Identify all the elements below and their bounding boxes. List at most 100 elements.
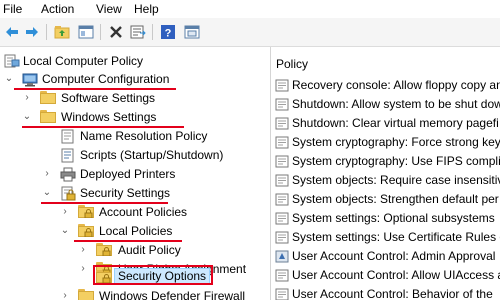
red-highlight-box — [93, 265, 213, 285]
console-tree-icon[interactable] — [76, 22, 96, 42]
tree-item-deployed-printers[interactable]: › Deployed Printers — [0, 165, 270, 184]
tree-label: Audit Policy — [118, 243, 181, 257]
secure-folder-open-icon — [78, 224, 94, 239]
policy-setting-icon — [275, 288, 289, 300]
tree-item-windows-defender-firewall[interactable]: › Windows Defender Firewall — [0, 287, 270, 300]
policy-row[interactable]: User Account Control: Allow UIAccess a — [271, 266, 500, 285]
tree-item-security-settings[interactable]: ⌄ Security Settings — [0, 184, 270, 203]
chevron-right-icon[interactable]: › — [22, 91, 32, 105]
chevron-down-icon[interactable]: ⌄ — [60, 224, 70, 238]
chevron-right-icon[interactable]: › — [78, 243, 88, 257]
tree-label: Account Policies — [99, 205, 188, 219]
folder-icon — [78, 289, 94, 300]
security-settings-icon — [60, 186, 76, 201]
policy-setting-icon — [275, 174, 289, 187]
uac-policy-icon — [275, 250, 289, 263]
policy-label: System settings: Use Certificate Rules o — [292, 230, 500, 244]
secure-folder-icon — [96, 243, 112, 258]
policy-label: System cryptography: Force strong key — [292, 135, 500, 149]
policy-row[interactable]: System settings: Optional subsystems — [271, 209, 500, 228]
tree-label: Security Settings — [80, 186, 171, 200]
policy-row[interactable]: System objects: Require case insensitiv — [271, 171, 500, 190]
tree-label: Local Policies — [99, 224, 173, 238]
policy-setting-icon — [275, 136, 289, 149]
script-icon — [60, 148, 76, 163]
chevron-right-icon[interactable]: › — [60, 289, 70, 300]
folder-open-icon — [40, 110, 56, 125]
printer-icon — [60, 167, 76, 182]
policy-row[interactable]: User Account Control: Admin Approval — [271, 247, 500, 266]
chevron-down-icon[interactable]: ⌄ — [4, 72, 14, 86]
policy-row[interactable]: User Account Control: Behavior of the — [271, 285, 500, 300]
svg-text:?: ? — [165, 28, 172, 40]
policy-label: User Account Control: Admin Approval — [292, 249, 496, 263]
secure-folder-icon — [78, 205, 94, 220]
properties-icon[interactable] — [182, 22, 202, 42]
policy-row[interactable]: Recovery console: Allow floppy copy an — [271, 76, 500, 95]
back-arrow-icon[interactable] — [2, 22, 22, 42]
policy-setting-icon — [275, 155, 289, 168]
menu-help[interactable]: Help — [134, 2, 159, 16]
tree-item-account-policies[interactable]: › Account Policies — [0, 203, 270, 222]
policy-label: System objects: Require case insensitiv — [292, 173, 500, 187]
policy-list: Policy Recovery console: Allow floppy co… — [271, 47, 500, 300]
tree-item-local-computer-policy[interactable]: Local Computer Policy — [0, 52, 270, 71]
tree-label: Scripts (Startup/Shutdown) — [80, 148, 224, 162]
policy-row[interactable]: System settings: Use Certificate Rules o — [271, 228, 500, 247]
folder-icon — [40, 91, 56, 106]
tree-label: Local Computer Policy — [23, 54, 144, 68]
console-tree: Local Computer Policy ⌄ Computer Configu… — [0, 47, 271, 300]
delete-icon[interactable] — [106, 22, 126, 42]
tree-item-software-settings[interactable]: › Software Settings — [0, 89, 270, 108]
tree-item-local-policies[interactable]: ⌄ Local Policies — [0, 222, 270, 241]
tree-item-scripts[interactable]: Scripts (Startup/Shutdown) — [0, 146, 270, 165]
menu-file[interactable]: File — [3, 2, 22, 16]
policy-setting-icon — [275, 193, 289, 206]
policy-row[interactable]: Shutdown: Clear virtual memory pagefi — [271, 114, 500, 133]
policy-label: User Account Control: Behavior of the — [292, 287, 493, 300]
policy-label: Shutdown: Clear virtual memory pagefi — [292, 116, 499, 130]
chevron-right-icon[interactable]: › — [60, 205, 70, 219]
policy-label: System cryptography: Use FIPS complia — [292, 154, 500, 168]
menu-view[interactable]: View — [96, 2, 122, 16]
policy-row[interactable]: System cryptography: Force strong key — [271, 133, 500, 152]
policy-row[interactable]: System objects: Strengthen default per — [271, 190, 500, 209]
policy-setting-icon — [275, 117, 289, 130]
policy-setting-icon — [275, 269, 289, 282]
policy-setting-icon — [275, 231, 289, 244]
help-icon[interactable]: ? — [158, 22, 178, 42]
chevron-down-icon[interactable]: ⌄ — [42, 186, 52, 200]
tree-label: Software Settings — [61, 91, 156, 105]
policy-setting-icon — [275, 212, 289, 225]
policy-label: System settings: Optional subsystems — [292, 211, 495, 225]
policy-column-header[interactable]: Policy — [276, 57, 308, 71]
export-list-icon[interactable] — [128, 22, 148, 42]
menu-bar: File Action View Help — [0, 0, 500, 18]
policy-row[interactable]: Shutdown: Allow system to be shut dow — [271, 95, 500, 114]
tree-item-audit-policy[interactable]: › Audit Policy — [0, 241, 270, 260]
policy-label: Recovery console: Allow floppy copy an — [292, 78, 500, 92]
tree-label: Computer Configuration — [42, 72, 170, 86]
policy-label: System objects: Strengthen default per — [292, 192, 499, 206]
tree-label: Windows Defender Firewall — [99, 289, 246, 300]
forward-arrow-icon[interactable] — [22, 22, 42, 42]
policy-setting-icon — [275, 79, 289, 92]
tree-label: Windows Settings — [61, 110, 157, 124]
tree-item-windows-settings[interactable]: ⌄ Windows Settings — [0, 108, 270, 127]
tree-label: Deployed Printers — [80, 167, 176, 181]
policy-setting-icon — [275, 98, 289, 111]
toolbar: ? — [0, 18, 500, 47]
tree-item-name-resolution-policy[interactable]: Name Resolution Policy — [0, 127, 270, 146]
policy-label: User Account Control: Allow UIAccess a — [292, 268, 500, 282]
tree-item-computer-configuration[interactable]: ⌄ Computer Configuration — [0, 70, 270, 89]
tree-label: Name Resolution Policy — [80, 129, 208, 143]
computer-icon — [22, 72, 38, 87]
policy-label: Shutdown: Allow system to be shut dow — [292, 97, 500, 111]
menu-action[interactable]: Action — [41, 2, 74, 16]
computer-policy-icon — [4, 54, 20, 69]
chevron-right-icon[interactable]: › — [42, 167, 52, 181]
policy-row[interactable]: System cryptography: Use FIPS complia — [271, 152, 500, 171]
policy-document-icon — [60, 129, 76, 144]
chevron-down-icon[interactable]: ⌄ — [22, 110, 32, 124]
up-folder-icon[interactable] — [52, 22, 72, 42]
